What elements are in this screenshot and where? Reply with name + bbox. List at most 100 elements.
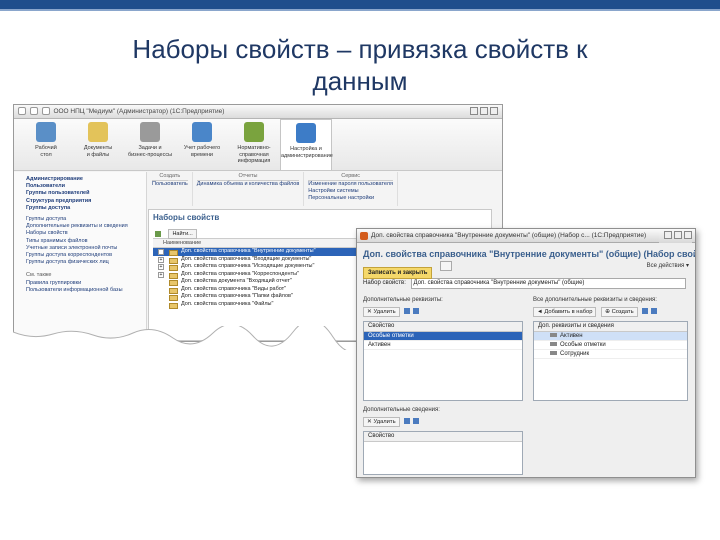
add-to-set-label: Добавить в набор: [544, 309, 593, 315]
documents-icon: [88, 122, 108, 142]
nav-item[interactable]: Типы хранимых файлов: [26, 238, 146, 245]
add-to-set-button[interactable]: ◄ Добавить в набор: [533, 307, 597, 317]
minimize-icon[interactable]: [664, 231, 672, 240]
nav-item[interactable]: Структура предприятия: [26, 198, 146, 205]
create-button[interactable]: ⊕ Создать: [601, 307, 638, 317]
attribute-row[interactable]: Сотрудник: [534, 350, 687, 359]
maximize-icon[interactable]: [480, 107, 488, 116]
move-down-icon[interactable]: [413, 308, 420, 315]
books-icon: [244, 122, 264, 142]
find-button[interactable]: Найти...: [168, 228, 197, 239]
dialog-window-controls: [659, 229, 692, 243]
function-group-heading: Отчеты: [196, 172, 300, 181]
slide-top-bar: [0, 0, 720, 11]
expand-icon[interactable]: +: [158, 256, 164, 263]
all-actions-menu[interactable]: Все действия ▾: [647, 262, 689, 269]
app-logo-icon: [360, 232, 368, 240]
additional-info-column-header[interactable]: Свойство: [364, 432, 522, 442]
attribute-icon: [550, 351, 557, 356]
lower-toolbar: ✕ Удалить: [363, 417, 422, 427]
function-group: Отчеты Динамика объема и количества файло…: [193, 172, 305, 206]
additional-attributes-table[interactable]: Свойство Особые отметки Активен: [363, 321, 523, 401]
set-name-label: Набор свойств:: [363, 280, 406, 286]
nav-item[interactable]: Группы доступа корреспондентов: [26, 252, 146, 259]
minimize-icon[interactable]: [470, 107, 478, 116]
see-also-link[interactable]: Правила группировки: [26, 280, 146, 287]
section-panel: Рабочий стол Документы и файлы Задачи и бизне…: [14, 119, 502, 171]
edit-icon[interactable]: [155, 230, 161, 237]
save-icon[interactable]: [439, 261, 452, 271]
nav-item[interactable]: Администрирование: [26, 176, 146, 183]
maximize-icon[interactable]: [674, 231, 682, 240]
function-link[interactable]: Изменение пароля пользователя: [308, 181, 393, 188]
section-label: бизнес-процессы: [127, 151, 173, 158]
section-clock[interactable]: Учет рабочего времени: [176, 119, 228, 170]
move-up-icon[interactable]: [404, 308, 411, 315]
section-desk[interactable]: Рабочий стол: [20, 119, 72, 170]
save-and-close-button[interactable]: Записать и закрыть: [363, 267, 433, 279]
attribute-row[interactable]: Активен: [534, 332, 687, 341]
nav-item[interactable]: Группы пользователей: [26, 190, 146, 197]
desk-icon: [36, 122, 56, 142]
list-row-name: Доп. свойства справочника "Корреспондент…: [181, 270, 300, 277]
all-attributes-table[interactable]: Доп. реквизиты и сведения Активен Особые о…: [533, 321, 688, 401]
slide-title-line-1: Наборы свойств – привязка свойств к: [132, 34, 588, 64]
list-row-name: Доп. свойства справочника "Папки файлов": [181, 293, 293, 299]
function-link[interactable]: Настройки системы: [308, 188, 393, 195]
section-label: администрирование: [281, 152, 333, 159]
function-group-heading: Создать: [152, 172, 188, 181]
list-row-name: Доп. свойства справочника "Входящие доку…: [181, 255, 312, 262]
attribute-name: Активен: [560, 333, 583, 339]
expand-icon[interactable]: +: [158, 249, 164, 255]
nav-item[interactable]: Наборы свойств: [26, 230, 146, 237]
move-up-icon[interactable]: [404, 418, 411, 425]
expand-icon[interactable]: +: [158, 271, 164, 278]
attribute-row[interactable]: Особые отметки: [364, 332, 522, 341]
function-link[interactable]: Персональные настройки: [308, 195, 393, 202]
close-icon[interactable]: [490, 107, 498, 116]
set-name-field[interactable]: Доп. свойства справочника "Внутренние до…: [410, 278, 686, 289]
function-link[interactable]: Пользователь: [152, 181, 188, 188]
attribute-icon: [550, 333, 557, 338]
additional-info-table[interactable]: Свойство: [363, 431, 523, 475]
attribute-row[interactable]: Особые отметки: [534, 341, 687, 350]
nav-item[interactable]: Группы доступа: [26, 205, 146, 212]
move-down-icon[interactable]: [413, 418, 420, 425]
delete-label: Удалить: [373, 419, 396, 425]
section-settings[interactable]: Настройка и администрирование: [280, 119, 333, 170]
list-row-name: Доп. свойства справочника "Файлы": [181, 300, 274, 307]
nav-item[interactable]: Группы доступа физических лиц: [26, 259, 146, 266]
close-icon[interactable]: [684, 231, 692, 240]
back-icon[interactable]: [18, 107, 26, 116]
function-group: Создать Пользователь: [148, 172, 193, 206]
delete-icon[interactable]: [651, 308, 658, 315]
dialog-heading: Доп. свойства справочника "Внутренние до…: [363, 249, 696, 259]
expand-icon[interactable]: +: [158, 264, 164, 270]
favorites-icon[interactable]: [41, 107, 50, 116]
create-label: Создать: [611, 309, 634, 315]
section-books[interactable]: Нормативно-справочная информация: [228, 119, 280, 170]
additional-attributes-column-header[interactable]: Свойство: [364, 322, 522, 332]
section-label: и файлы: [86, 151, 110, 158]
property-sets-heading: Наборы свойств: [153, 213, 220, 222]
nav-gap: [26, 266, 146, 270]
find-button-label: Найти...: [172, 230, 193, 237]
delete-button[interactable]: ✕ Удалить: [363, 307, 400, 317]
function-panel: Создать Пользователь Отчеты Динамика объема…: [148, 172, 502, 206]
main-window-controls: [468, 105, 498, 119]
section-documents[interactable]: Документы и файлы: [72, 119, 124, 170]
delete-button[interactable]: ✕ Удалить: [363, 417, 400, 427]
forward-icon[interactable]: [29, 107, 38, 116]
see-also-heading: См. также: [26, 272, 52, 279]
nav-item[interactable]: Группы доступа: [26, 216, 146, 223]
main-window-title: ООО НПЦ "Медиум" (Администратор) (1С:Пре…: [53, 108, 225, 115]
all-attributes-column-header[interactable]: Доп. реквизиты и сведения: [534, 322, 687, 332]
see-also-link[interactable]: Пользователи информационной базы: [26, 287, 146, 294]
function-link[interactable]: Динамика объема и количества файлов: [197, 181, 300, 188]
section-tasks[interactable]: Задачи и бизнес-процессы: [124, 119, 176, 170]
nav-item[interactable]: Учетные записи электронной почты: [26, 245, 146, 252]
attribute-row[interactable]: Активен: [364, 341, 522, 350]
function-group-heading: Сервис: [308, 172, 393, 181]
tasks-icon: [140, 122, 160, 142]
edit-icon[interactable]: [642, 308, 649, 315]
